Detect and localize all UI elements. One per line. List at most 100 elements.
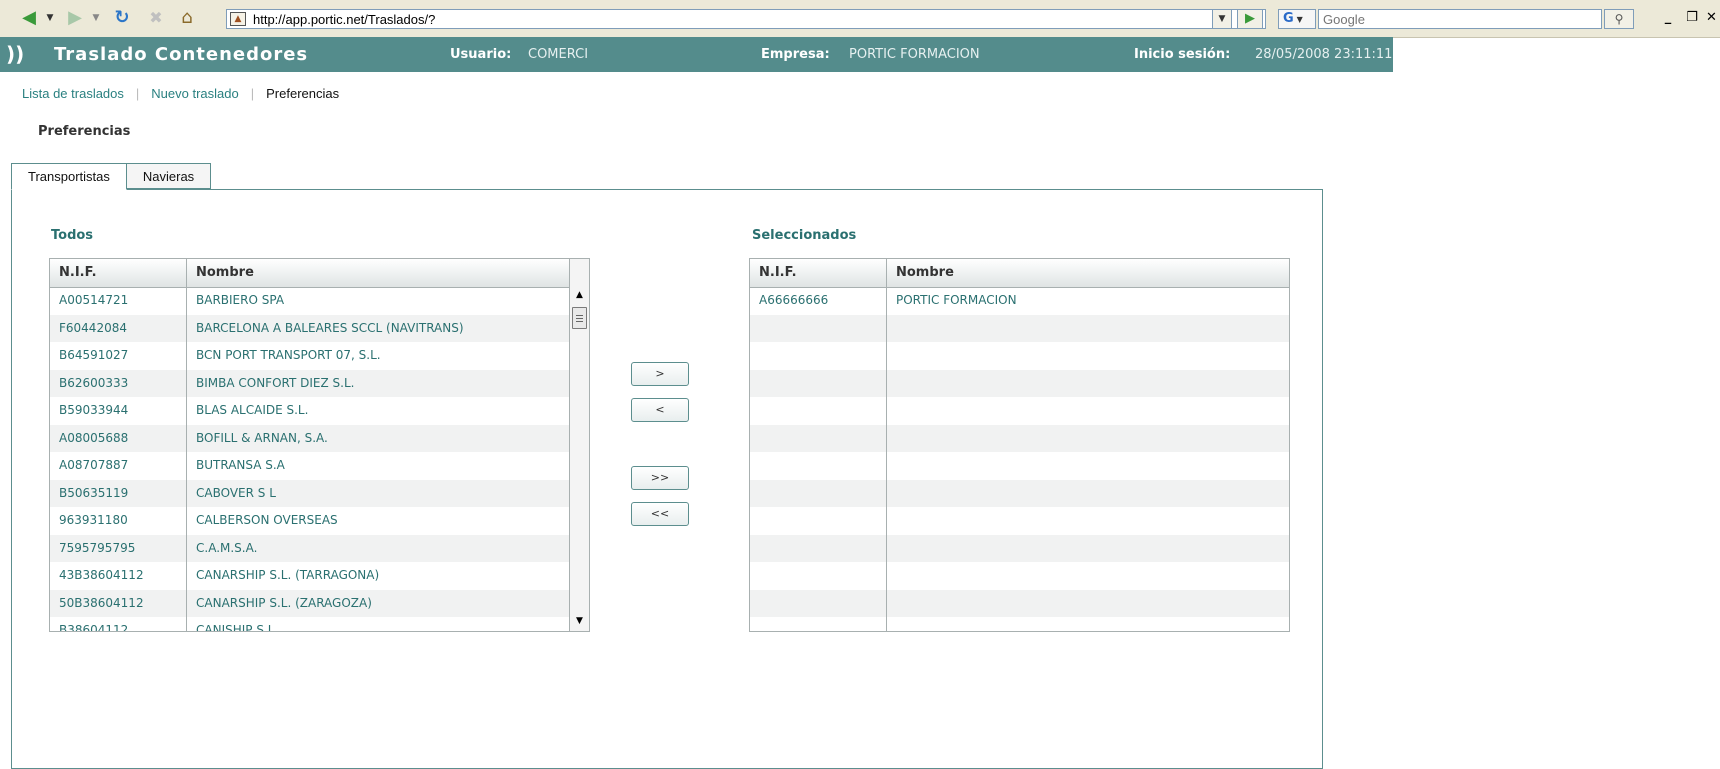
- table-row[interactable]: B64591027 BCN PORT TRANSPORT 07, S.L.: [50, 342, 569, 369]
- empty-row: [750, 617, 1289, 631]
- forward-dropdown-icon[interactable]: ▼: [90, 8, 102, 28]
- search-input[interactable]: [1318, 9, 1602, 29]
- table-row[interactable]: 43B38604112 CANARSHIP S.L. (TARRAGONA): [50, 562, 569, 589]
- tab-navieras[interactable]: Navieras: [125, 163, 212, 189]
- cell-nombre: CANARSHIP S.L. (TARRAGONA): [196, 568, 380, 582]
- add-all-button[interactable]: >>: [631, 466, 689, 490]
- empty-row: [750, 534, 1289, 562]
- home-icon[interactable]: ⌂: [174, 8, 200, 28]
- scroll-up-icon[interactable]: ▲: [570, 287, 589, 304]
- cell-nif: F60442084: [59, 320, 127, 335]
- table-row[interactable]: 963931180 CALBERSON OVERSEAS: [50, 507, 569, 534]
- table-row[interactable]: B50635119 CABOVER S L: [50, 479, 569, 507]
- cell-nif: B50635119: [59, 485, 129, 500]
- company-label: Empresa:: [761, 47, 830, 62]
- browser-toolbar: ◀ ▼ ▶ ▼ ↻ ✖ ⌂ ▲ http://app.portic.net/Tr…: [0, 0, 1720, 38]
- cell-nif: A00514721: [59, 293, 129, 307]
- user-label: Usuario:: [450, 47, 512, 62]
- forward-arrow-icon[interactable]: ▶: [62, 8, 88, 28]
- breadcrumb-lista-traslados[interactable]: Lista de traslados: [22, 86, 124, 101]
- table-row[interactable]: A08005688 BOFILL & ARNAN, S.A.: [50, 424, 569, 452]
- selected-carriers-grid: N.I.F. Nombre A66666666 PORTIC FORMACION: [749, 258, 1290, 632]
- reload-icon[interactable]: ↻: [110, 8, 134, 28]
- cell-nif: A66666666: [759, 293, 829, 307]
- google-icon[interactable]: G ▼: [1278, 9, 1316, 29]
- address-url[interactable]: http://app.portic.net/Traslados/?: [253, 11, 435, 28]
- table-row[interactable]: A66666666 PORTIC FORMACION: [750, 287, 1289, 314]
- cell-nif: 7595795795: [59, 540, 136, 555]
- cell-nombre: CANARSHIP S.L. (ZARAGOZA): [196, 595, 372, 610]
- cell-nombre: BCN PORT TRANSPORT 07, S.L.: [196, 348, 381, 362]
- app-title: Traslado Contenedores: [54, 44, 309, 65]
- portic-logo-icon: )): [6, 42, 25, 66]
- session-label: Inicio sesión:: [1134, 47, 1231, 62]
- cell-nombre: PORTIC FORMACION: [896, 293, 1017, 307]
- scroll-thumb[interactable]: [572, 307, 587, 329]
- column-header-nif[interactable]: N.I.F.: [50, 259, 187, 287]
- cell-nombre: BOFILL & ARNAN, S.A.: [196, 430, 328, 445]
- scrollbar[interactable]: ▲ ▼: [569, 259, 589, 631]
- scroll-down-icon[interactable]: ▼: [570, 613, 589, 630]
- column-header-nif[interactable]: N.I.F.: [750, 259, 887, 287]
- remove-selected-button[interactable]: <: [631, 398, 689, 422]
- tab-transportistas[interactable]: Transportistas: [11, 163, 127, 190]
- add-selected-button[interactable]: >: [631, 362, 689, 386]
- search-engine-dropdown-icon[interactable]: ▼: [1297, 15, 1303, 24]
- table-row[interactable]: A08707887 BUTRANSA S.A: [50, 452, 569, 479]
- table-row[interactable]: 7595795795 C.A.M.S.A.: [50, 534, 569, 562]
- table-row[interactable]: A00514721 BARBIERO SPA: [50, 287, 569, 314]
- page-title: Preferencias: [38, 124, 131, 139]
- cell-nif: B62600333: [59, 375, 129, 390]
- column-divider: [186, 287, 187, 631]
- table-row[interactable]: F60442084 BARCELONA A BALEARES SCCL (NAVI…: [50, 314, 569, 342]
- address-bar[interactable]: ▲ http://app.portic.net/Traslados/?: [226, 9, 1266, 29]
- cell-nif: A08005688: [59, 430, 129, 445]
- cell-nif: B64591027: [59, 348, 129, 362]
- magnifier-icon[interactable]: ⚲: [1604, 9, 1634, 29]
- column-header-nombre[interactable]: Nombre: [887, 259, 1289, 287]
- column-header-nombre[interactable]: Nombre: [187, 259, 569, 287]
- user-value: COMERCI: [528, 47, 589, 62]
- empty-row: [750, 342, 1289, 369]
- window-close-icon[interactable]: ✕: [1706, 10, 1720, 26]
- grid-header: N.I.F. Nombre: [50, 259, 569, 288]
- go-arrow-icon[interactable]: ▶: [1237, 9, 1263, 29]
- back-dropdown-icon[interactable]: ▼: [44, 8, 56, 28]
- empty-row: [750, 452, 1289, 479]
- address-dropdown-icon[interactable]: ▼: [1212, 9, 1232, 29]
- tab-bar: Transportistas Navieras: [11, 163, 212, 190]
- cell-nif: 43B38604112: [59, 568, 144, 582]
- site-favicon-icon: ▲: [230, 12, 246, 26]
- remove-all-button[interactable]: <<: [631, 502, 689, 526]
- empty-row: [750, 397, 1289, 424]
- cell-nombre: BARBIERO SPA: [196, 293, 285, 307]
- empty-row: [750, 314, 1289, 342]
- stop-icon[interactable]: ✖: [144, 8, 168, 28]
- cell-nombre: BLAS ALCAIDE S.L.: [196, 403, 309, 417]
- table-row[interactable]: B62600333 BIMBA CONFORT DIEZ S.L.: [50, 369, 569, 397]
- window-restore-icon[interactable]: ❐: [1684, 10, 1700, 26]
- all-carriers-grid: N.I.F. Nombre A00514721 BARBIERO SPA F6044…: [49, 258, 590, 632]
- breadcrumb-preferencias: Preferencias: [266, 86, 340, 101]
- empty-row: [750, 369, 1289, 397]
- cell-nombre: BIMBA CONFORT DIEZ S.L.: [196, 375, 355, 390]
- empty-row: [750, 589, 1289, 617]
- column-divider: [886, 287, 887, 631]
- table-row[interactable]: B59033944 BLAS ALCAIDE S.L.: [50, 397, 569, 424]
- cell-nif: B59033944: [59, 403, 129, 417]
- table-row[interactable]: 50B38604112 CANARSHIP S.L. (ZARAGOZA): [50, 589, 569, 617]
- cell-nif: B38604112: [59, 623, 129, 632]
- all-list-title: Todos: [51, 228, 94, 243]
- cell-nombre: CABOVER S L: [196, 485, 276, 500]
- company-value: PORTIC FORMACION: [849, 47, 980, 62]
- table-row[interactable]: B38604112 CANISHIP S.L: [50, 617, 569, 632]
- back-arrow-icon[interactable]: ◀: [16, 8, 42, 28]
- cell-nombre: C.A.M.S.A.: [196, 540, 258, 555]
- empty-row: [750, 479, 1289, 507]
- session-value: 28/05/2008 23:11:11: [1255, 47, 1393, 62]
- breadcrumb-nuevo-traslado[interactable]: Nuevo traslado: [151, 86, 238, 101]
- grid-header: N.I.F. Nombre: [750, 259, 1289, 288]
- cell-nombre: BARCELONA A BALEARES SCCL (NAVITRANS): [196, 320, 464, 335]
- window-minimize-icon[interactable]: _: [1660, 10, 1676, 26]
- cell-nif: 963931180: [59, 513, 128, 527]
